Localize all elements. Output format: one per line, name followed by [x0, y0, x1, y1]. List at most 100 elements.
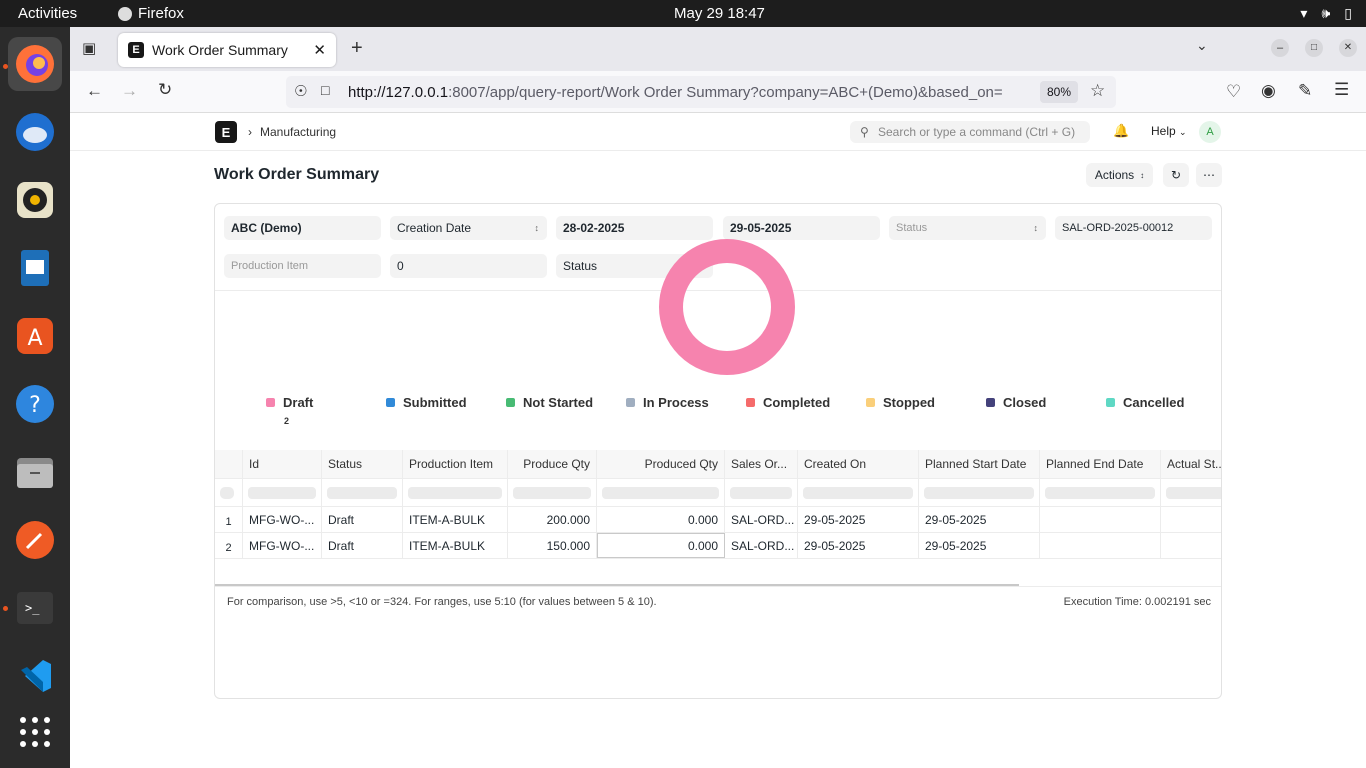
- legend-item-submitted[interactable]: Submitted: [386, 395, 467, 410]
- column-header-sales-or-[interactable]: Sales Or...: [725, 450, 798, 478]
- app-logo[interactable]: E: [215, 121, 237, 143]
- column-header-production-item[interactable]: Production Item: [403, 450, 508, 478]
- table-cell[interactable]: SAL-ORD...: [725, 533, 798, 558]
- table-cell[interactable]: [1161, 507, 1221, 532]
- breadcrumb-manufacturing[interactable]: Manufacturing: [260, 125, 336, 139]
- forward-icon[interactable]: →: [121, 81, 138, 101]
- table-cell[interactable]: 0.000: [597, 507, 725, 532]
- column-filter-input[interactable]: [508, 479, 597, 506]
- activities-button[interactable]: Activities: [18, 5, 77, 22]
- age-filter[interactable]: 0: [390, 254, 547, 278]
- help-dropdown[interactable]: Help ⌄: [1151, 124, 1187, 138]
- column-filter-input[interactable]: [798, 479, 919, 506]
- column-filter-input[interactable]: [725, 479, 798, 506]
- firefox-view-icon[interactable]: ▣: [82, 39, 96, 57]
- list-all-tabs-icon[interactable]: ⌄: [1196, 37, 1208, 54]
- column-header-produced-qty[interactable]: Produced Qty: [597, 450, 725, 478]
- column-header-actual-st-[interactable]: Actual St...: [1161, 450, 1221, 478]
- table-cell[interactable]: 29-05-2025: [798, 507, 919, 532]
- table-cell[interactable]: 29-05-2025: [919, 533, 1040, 558]
- minimize-icon[interactable]: –: [1271, 39, 1289, 57]
- table-cell[interactable]: Draft: [322, 533, 403, 558]
- legend-item-draft[interactable]: Draft: [266, 395, 313, 410]
- notification-bell-icon[interactable]: 🔔: [1113, 123, 1129, 139]
- postman-dock-icon[interactable]: [8, 513, 62, 567]
- table-row[interactable]: 2 MFG-WO-... Draft ITEM-A-BULK 150.000 0.000 S…: [215, 533, 1221, 559]
- menu-icon[interactable]: ☰: [1334, 80, 1349, 100]
- column-filter-input[interactable]: [243, 479, 322, 506]
- back-icon[interactable]: ←: [86, 81, 103, 101]
- table-cell[interactable]: ITEM-A-BULK: [403, 507, 508, 532]
- account-icon[interactable]: ◉: [1261, 81, 1276, 101]
- writer-dock-icon[interactable]: [8, 241, 62, 295]
- actions-button[interactable]: Actions ↕: [1086, 163, 1153, 187]
- table-cell[interactable]: MFG-WO-...: [243, 507, 322, 532]
- avatar[interactable]: A: [1199, 121, 1221, 143]
- app-menu[interactable]: Firefox: [118, 5, 184, 22]
- refresh-button[interactable]: ↻: [1163, 163, 1189, 187]
- table-cell[interactable]: 0.000: [597, 533, 725, 558]
- sales-order-filter[interactable]: SAL-ORD-2025-00012: [1055, 216, 1212, 240]
- table-cell[interactable]: Draft: [322, 507, 403, 532]
- new-tab-icon[interactable]: +: [351, 37, 363, 60]
- thunderbird-dock-icon[interactable]: [8, 105, 62, 159]
- donut-slice-draft[interactable]: [659, 239, 795, 375]
- legend-item-not-started[interactable]: Not Started: [506, 395, 593, 410]
- column-header-created-on[interactable]: Created On: [798, 450, 919, 478]
- pocket-icon[interactable]: ♡: [1226, 82, 1241, 102]
- column-filter-input[interactable]: [919, 479, 1040, 506]
- close-tab-icon[interactable]: ✕: [313, 41, 326, 59]
- url-text[interactable]: http://127.0.0.1:8007/app/query-report/W…: [348, 84, 1030, 101]
- table-cell[interactable]: MFG-WO-...: [243, 533, 322, 558]
- column-filter-input[interactable]: [322, 479, 403, 506]
- app-center-dock-icon[interactable]: A: [8, 309, 62, 363]
- shield-icon[interactable]: ☉: [294, 82, 307, 100]
- firefox-dock-icon[interactable]: [8, 37, 62, 91]
- legend-item-completed[interactable]: Completed: [746, 395, 830, 410]
- column-filter-input[interactable]: [1040, 479, 1161, 506]
- maximize-icon[interactable]: □: [1305, 39, 1323, 57]
- vscode-dock-icon[interactable]: [8, 649, 62, 703]
- table-cell[interactable]: SAL-ORD...: [725, 507, 798, 532]
- production-item-filter[interactable]: Production Item: [224, 254, 381, 278]
- browser-tab[interactable]: E Work Order Summary ✕: [118, 33, 336, 67]
- company-filter[interactable]: ABC (Demo): [224, 216, 381, 240]
- column-header-planned-end-date[interactable]: Planned End Date: [1040, 450, 1161, 478]
- column-filter-input[interactable]: [1161, 479, 1221, 506]
- column-header-planned-start-date[interactable]: Planned Start Date: [919, 450, 1040, 478]
- table-cell[interactable]: 150.000: [508, 533, 597, 558]
- system-tray[interactable]: ▾ 🕪 ▯: [1300, 5, 1352, 22]
- help-dock-icon[interactable]: ?: [8, 377, 62, 431]
- show-apps-icon[interactable]: [8, 705, 62, 759]
- table-cell[interactable]: 29-05-2025: [919, 507, 1040, 532]
- filter-checkbox[interactable]: [215, 479, 243, 506]
- files-dock-icon[interactable]: [8, 445, 62, 499]
- legend-item-closed[interactable]: Closed: [986, 395, 1046, 410]
- more-options-button[interactable]: ⋯: [1196, 163, 1222, 187]
- rhythmbox-dock-icon[interactable]: [8, 173, 62, 227]
- column-filter-input[interactable]: [597, 479, 725, 506]
- reload-icon[interactable]: ↻: [158, 80, 172, 100]
- close-window-icon[interactable]: ✕: [1339, 39, 1357, 57]
- column-header-produce-qty[interactable]: Produce Qty: [508, 450, 597, 478]
- extensions-icon[interactable]: ✎: [1298, 81, 1312, 101]
- table-cell[interactable]: 29-05-2025: [798, 533, 919, 558]
- table-cell[interactable]: ITEM-A-BULK: [403, 533, 508, 558]
- based-on-select[interactable]: Creation Date ↕: [390, 216, 547, 240]
- column-filter-input[interactable]: [403, 479, 508, 506]
- column-header-id[interactable]: Id: [243, 450, 322, 478]
- table-cell[interactable]: [1040, 507, 1161, 532]
- terminal-dock-icon[interactable]: >_: [8, 581, 62, 635]
- status-select[interactable]: Status ↕: [889, 216, 1046, 240]
- table-cell[interactable]: 200.000: [508, 507, 597, 532]
- legend-item-cancelled[interactable]: Cancelled: [1106, 395, 1184, 410]
- column-header-status[interactable]: Status: [322, 450, 403, 478]
- page-info-icon[interactable]: □: [321, 82, 329, 98]
- legend-item-in-process[interactable]: In Process: [626, 395, 709, 410]
- zoom-indicator[interactable]: 80%: [1040, 81, 1079, 103]
- breadcrumb[interactable]: › Manufacturing: [248, 125, 336, 139]
- url-bar[interactable]: ☉ □ http://127.0.0.1:8007/app/query-repo…: [286, 76, 1116, 108]
- table-row[interactable]: 1 MFG-WO-... Draft ITEM-A-BULK 200.000 0.000 S…: [215, 507, 1221, 533]
- bookmark-star-icon[interactable]: ☆: [1090, 81, 1105, 101]
- table-cell[interactable]: [1040, 533, 1161, 558]
